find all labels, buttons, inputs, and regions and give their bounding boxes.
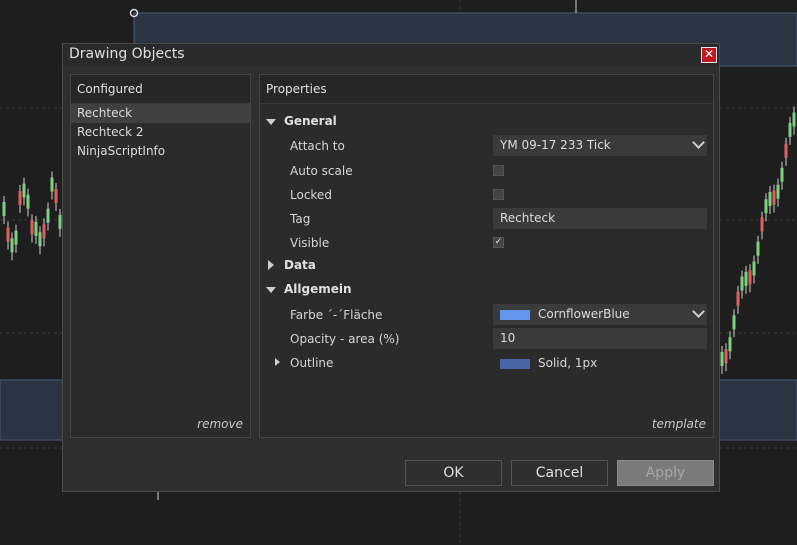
properties-panel: Properties General Attach to YM 09-17 23… xyxy=(259,74,714,438)
property-auto-scale: Auto scale xyxy=(260,159,713,183)
configured-panel: Configured Rechteck Rechteck 2 NinjaScri… xyxy=(70,74,251,438)
candle-body xyxy=(6,227,10,242)
candle-body xyxy=(744,271,748,286)
category-data[interactable]: Data xyxy=(260,256,713,280)
apply-button[interactable]: Apply xyxy=(617,460,714,486)
tag-label: Tag xyxy=(290,212,311,226)
tag-value: Rechteck xyxy=(500,211,556,225)
property-farbe: Farbe ´-´Fläche CornflowerBlue xyxy=(260,303,713,327)
properties-header: Properties xyxy=(260,75,713,104)
opacity-value: 10 xyxy=(500,331,516,345)
candle-body xyxy=(18,190,22,205)
category-general-label: General xyxy=(284,114,337,128)
candle-body xyxy=(54,188,58,203)
candle-body xyxy=(788,122,792,137)
visible-checkbox[interactable]: ✓ xyxy=(493,237,504,248)
candle-body xyxy=(784,143,788,158)
candle-body xyxy=(14,230,18,245)
chevron-down-icon xyxy=(692,305,705,318)
property-tag: Tag Rechteck xyxy=(260,207,713,231)
close-icon[interactable]: ✕ xyxy=(701,47,717,63)
candle-body xyxy=(34,221,38,236)
candle-body xyxy=(42,224,46,239)
farbe-select[interactable]: CornflowerBlue xyxy=(493,304,707,325)
candle-body xyxy=(740,276,744,291)
attach-to-select[interactable]: YM 09-17 233 Tick xyxy=(493,135,707,156)
farbe-label: Farbe ´-´Fläche xyxy=(290,308,383,322)
locked-checkbox[interactable] xyxy=(493,189,504,200)
property-outline: Outline Solid, 1px xyxy=(260,353,713,377)
attach-to-label: Attach to xyxy=(290,139,345,153)
chevron-down-icon xyxy=(692,136,705,149)
candle-body xyxy=(728,337,732,352)
cancel-button[interactable]: Cancel xyxy=(511,460,608,486)
property-attach-to: Attach to YM 09-17 233 Tick xyxy=(260,134,713,158)
candle-body xyxy=(2,202,6,216)
candle-body xyxy=(764,199,768,214)
dialog-title: Drawing Objects xyxy=(69,46,185,62)
candle-body xyxy=(30,220,34,235)
candle-body xyxy=(38,232,42,247)
drawing-objects-dialog: Drawing Objects ✕ Configured Rechteck Re… xyxy=(62,43,720,492)
candle-body xyxy=(26,194,30,209)
template-link[interactable]: template xyxy=(652,417,706,431)
outline-value-box[interactable]: Solid, 1px xyxy=(500,356,597,370)
list-item[interactable]: NinjaScriptInfo xyxy=(71,142,250,161)
candle-body xyxy=(760,217,764,232)
candle-body xyxy=(724,349,728,364)
property-visible: Visible ✓ xyxy=(260,231,713,255)
farbe-value: CornflowerBlue xyxy=(538,307,630,321)
property-opacity: Opacity - area (%) 10 xyxy=(260,327,713,351)
outline-swatch xyxy=(500,358,530,369)
opacity-label: Opacity - area (%) xyxy=(290,332,400,346)
expand-triangle-icon[interactable] xyxy=(268,260,274,270)
candle-body xyxy=(10,238,14,253)
auto-scale-label: Auto scale xyxy=(290,164,353,178)
configured-header: Configured xyxy=(71,75,250,104)
candle-body xyxy=(748,270,752,285)
collapse-triangle-icon[interactable] xyxy=(266,119,276,125)
candle-body xyxy=(752,261,756,276)
visible-label: Visible xyxy=(290,236,330,250)
expand-triangle-icon[interactable] xyxy=(275,358,280,366)
outline-label: Outline xyxy=(290,356,334,370)
outline-value: Solid, 1px xyxy=(538,356,598,370)
auto-scale-checkbox[interactable] xyxy=(493,165,504,176)
color-swatch xyxy=(500,309,530,320)
candle-body xyxy=(768,191,772,206)
candle-body xyxy=(22,183,26,198)
dialog-titlebar[interactable]: Drawing Objects ✕ xyxy=(63,44,719,66)
remove-link[interactable]: remove xyxy=(197,417,243,431)
candle-body xyxy=(792,112,796,127)
candle-body xyxy=(720,352,724,366)
candle-body xyxy=(776,184,780,199)
attach-to-value: YM 09-17 233 Tick xyxy=(500,138,611,152)
candle-body xyxy=(50,177,54,192)
candle-body xyxy=(46,208,50,223)
property-locked: Locked xyxy=(260,183,713,207)
candle-body xyxy=(756,241,760,256)
collapse-triangle-icon[interactable] xyxy=(266,287,276,293)
candle-body xyxy=(772,190,776,205)
list-item[interactable]: Rechteck xyxy=(71,104,250,123)
category-data-label: Data xyxy=(284,258,316,272)
candle-body xyxy=(736,291,740,306)
candle-body xyxy=(780,167,784,182)
tag-input[interactable]: Rechteck xyxy=(493,208,707,229)
list-item[interactable]: Rechteck 2 xyxy=(71,123,250,142)
category-allgemein[interactable]: Allgemein xyxy=(260,280,713,304)
ok-button[interactable]: OK xyxy=(405,460,502,486)
candle-body xyxy=(732,315,736,330)
category-allgemein-label: Allgemein xyxy=(284,282,352,296)
locked-label: Locked xyxy=(290,188,332,202)
opacity-input[interactable]: 10 xyxy=(493,328,707,349)
